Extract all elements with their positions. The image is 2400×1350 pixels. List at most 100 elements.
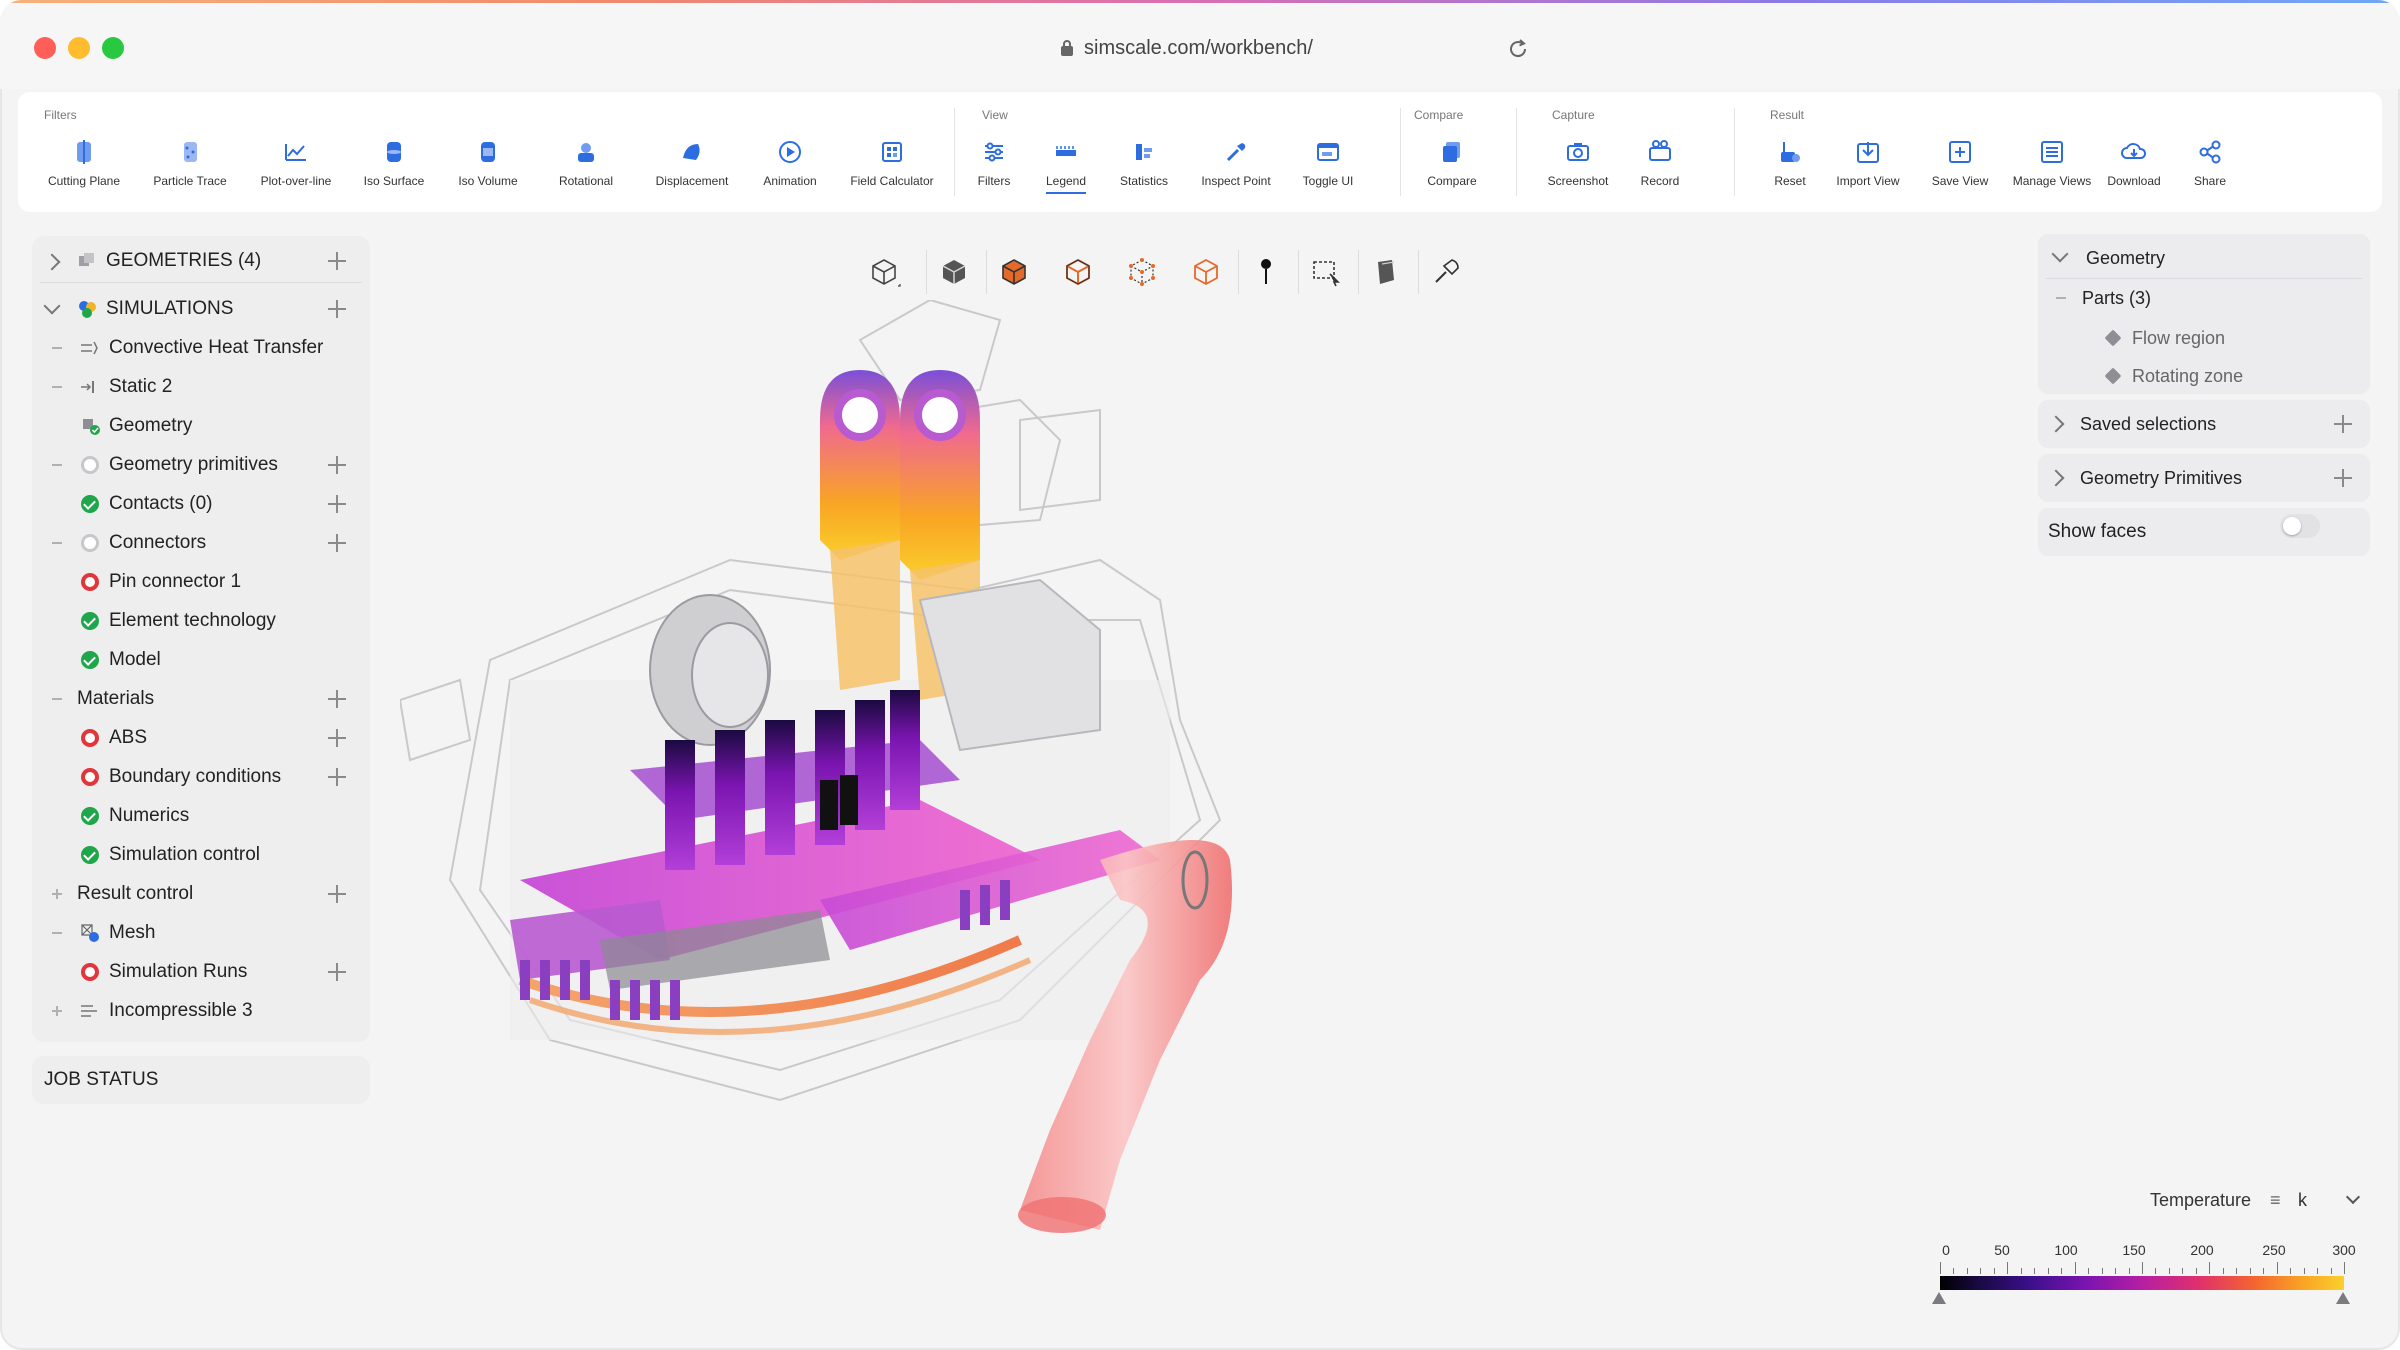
tree-item-label: Convective Heat Transfer <box>109 337 324 358</box>
tree-item-static-2[interactable]: Static 2 <box>32 368 370 406</box>
field-calculator-label: Field Calculator <box>850 174 934 188</box>
collapse-icon <box>52 347 62 349</box>
group-label-filters: Filters <box>44 108 77 122</box>
add-contact-icon[interactable] <box>328 495 346 513</box>
geometry-header[interactable]: Geometry <box>2038 240 2370 276</box>
collapse-icon <box>52 464 62 466</box>
simulation-3d-viewport[interactable] <box>400 300 1700 1280</box>
add-geometry-primitive-icon[interactable] <box>328 456 346 474</box>
tree-item-connectors[interactable]: Connectors <box>32 524 370 562</box>
part-rotating-zone[interactable]: Rotating zone <box>2038 358 2370 394</box>
legend-tick-label: 200 <box>2190 1242 2214 1258</box>
toggle-ui-button[interactable]: Toggle UI <box>1268 138 1388 188</box>
geometries-header[interactable]: GEOMETRIES (4) <box>32 242 370 280</box>
add-result-control-icon[interactable] <box>328 885 346 903</box>
legend-label: Legend <box>1045 174 1087 194</box>
add-abs-icon[interactable] <box>328 729 346 747</box>
cube-face-select-icon[interactable] <box>994 252 1034 292</box>
tree-item-element-technology[interactable]: Element technology <box>32 602 370 640</box>
cutting-plane-button[interactable]: Cutting Plane <box>24 138 144 188</box>
legend-minor-tick <box>2101 1268 2103 1274</box>
tree-item-numerics[interactable]: Numerics <box>32 797 370 835</box>
particle-trace-button[interactable]: Particle Trace <box>130 138 250 188</box>
tree-item-pin-connector-1[interactable]: Pin connector 1 <box>32 563 370 601</box>
animation-label: Animation <box>763 174 817 188</box>
cube-edge-select-icon[interactable] <box>1058 252 1098 292</box>
tree-item-result-control[interactable]: Result control <box>32 875 370 913</box>
legend-minor-tick <box>2020 1268 2022 1274</box>
add-material-icon[interactable] <box>328 690 346 708</box>
cutting-plane-icon <box>77 140 91 164</box>
geometry-primitives-header[interactable]: Geometry Primitives <box>2038 460 2370 496</box>
tree-item-abs[interactable]: ABS <box>32 719 370 757</box>
address-bar[interactable]: simscale.com/workbench/ <box>1060 33 1313 63</box>
legend-minor-tick <box>1940 1262 1941 1274</box>
part-icon <box>2104 367 2122 385</box>
compare-icon <box>1443 142 1460 162</box>
statistics-icon <box>1136 144 1152 160</box>
cube-volume-select-icon[interactable] <box>1186 252 1226 292</box>
add-simulation-run-icon[interactable] <box>328 963 346 981</box>
tree-item-convective-heat-transfer[interactable]: Convective Heat Transfer <box>32 329 370 367</box>
record-button[interactable]: Record <box>1600 138 1720 188</box>
simulations-header[interactable]: SIMULATIONS <box>32 290 370 328</box>
rotational-button[interactable]: Rotational <box>526 138 646 188</box>
collapse-icon <box>2056 297 2066 299</box>
legend-icon <box>1056 146 1076 156</box>
saved-selections-header[interactable]: Saved selections <box>2038 406 2370 442</box>
tree-item-boundary-conditions[interactable]: Boundary conditions <box>32 758 370 796</box>
viewbar-divider <box>1298 250 1299 294</box>
part-flow-region[interactable]: Flow region <box>2038 320 2370 356</box>
add-geometry-icon[interactable] <box>328 252 346 270</box>
show-faces-row: Show faces <box>2038 514 2370 550</box>
reload-icon[interactable] <box>1506 37 1530 61</box>
tree-item-incompressible-3[interactable]: Incompressible 3 <box>32 992 370 1030</box>
tree-item-label: Incompressible 3 <box>109 1000 253 1021</box>
tree-item-simulation-runs[interactable]: Simulation Runs <box>32 953 370 991</box>
heat-transfer-icon <box>81 341 98 355</box>
hide-parts-icon[interactable] <box>1366 252 1406 292</box>
collapse-icon <box>52 386 62 388</box>
legend-minor-tick <box>2061 1268 2063 1274</box>
tree-item-geometry[interactable]: Geometry <box>32 407 370 445</box>
tree-item-contacts[interactable]: Contacts (0) <box>32 485 370 523</box>
add-boundary-condition-icon[interactable] <box>328 768 346 786</box>
pin-icon[interactable] <box>1246 252 1286 292</box>
part-label: Rotating zone <box>2132 365 2244 386</box>
viewbar-divider <box>1418 250 1419 294</box>
add-connector-icon[interactable] <box>328 534 346 552</box>
tree-item-simulation-control[interactable]: Simulation control <box>32 836 370 874</box>
probe-icon[interactable] <box>1426 252 1466 292</box>
status-error-icon <box>81 963 99 981</box>
legend-minor-tick <box>2195 1268 2197 1274</box>
wireframe-cube-icon[interactable] <box>864 252 904 292</box>
min-range-handle[interactable] <box>1932 1292 1946 1304</box>
cube-vertex-select-icon[interactable] <box>1122 252 1162 292</box>
maximize-window-button[interactable] <box>102 37 124 59</box>
tree-item-label: Contacts (0) <box>109 493 213 514</box>
show-faces-toggle[interactable] <box>2280 514 2320 538</box>
tree-item-model[interactable]: Model <box>32 641 370 679</box>
box-select-icon[interactable] <box>1306 252 1346 292</box>
legend-unit[interactable]: k <box>2298 1190 2307 1211</box>
add-geometry-primitive-icon[interactable] <box>2334 469 2352 487</box>
minimize-window-button[interactable] <box>68 37 90 59</box>
tree-item-label: Boundary conditions <box>109 766 282 787</box>
tree-item-geometry-primitives[interactable]: Geometry primitives <box>32 446 370 484</box>
add-saved-selection-icon[interactable] <box>2334 415 2352 433</box>
solid-cube-icon[interactable] <box>934 252 974 292</box>
tree-item-materials[interactable]: Materials <box>32 680 370 718</box>
unit-dropdown-chevron-icon[interactable] <box>2345 1189 2361 1205</box>
tree-item-mesh[interactable]: Mesh <box>32 914 370 952</box>
compare-button[interactable]: Compare <box>1392 138 1512 188</box>
mesh-icon <box>81 924 99 942</box>
add-simulation-icon[interactable] <box>328 300 346 318</box>
close-window-button[interactable] <box>34 37 56 59</box>
max-range-handle[interactable] <box>2336 1292 2350 1304</box>
tree-item-label: Materials <box>77 688 155 709</box>
view-orientation-toolbar <box>864 242 1524 302</box>
share-button[interactable]: Share <box>2150 138 2270 188</box>
parts-header[interactable]: Parts (3) <box>2038 280 2370 316</box>
job-status-panel[interactable]: JOB STATUS <box>32 1056 370 1104</box>
geometry-primitives-label: Geometry Primitives <box>2080 467 2243 488</box>
